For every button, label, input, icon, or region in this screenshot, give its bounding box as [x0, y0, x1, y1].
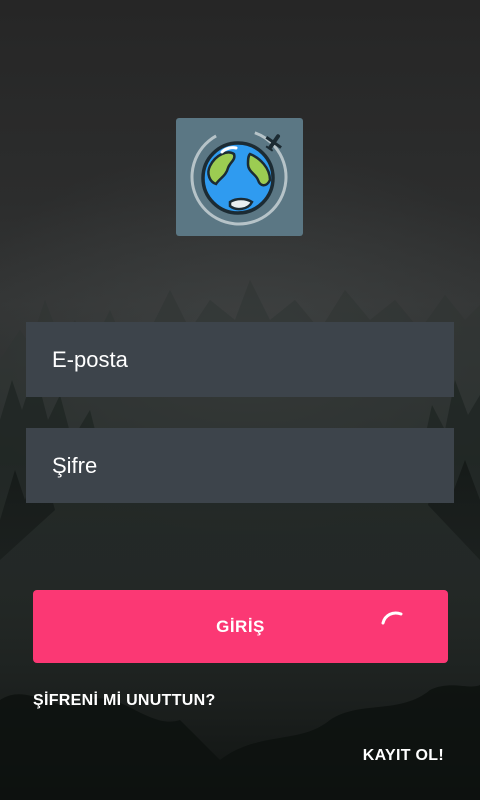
forgot-password-link[interactable]: ŞİFRENİ Mİ UNUTTUN? — [33, 692, 216, 710]
email-field[interactable] — [26, 322, 454, 397]
login-button-label: GİRİŞ — [216, 616, 265, 636]
loading-spinner-icon — [381, 611, 403, 625]
login-screen: GİRİŞ ŞİFRENİ Mİ UNUTTUN? KAYIT OL! — [0, 0, 480, 800]
globe-with-airplane-icon — [190, 128, 288, 226]
password-field[interactable] — [26, 428, 454, 503]
register-link[interactable]: KAYIT OL! — [363, 747, 444, 765]
email-input[interactable] — [50, 345, 454, 374]
password-input[interactable] — [50, 451, 454, 480]
app-logo — [176, 118, 303, 236]
